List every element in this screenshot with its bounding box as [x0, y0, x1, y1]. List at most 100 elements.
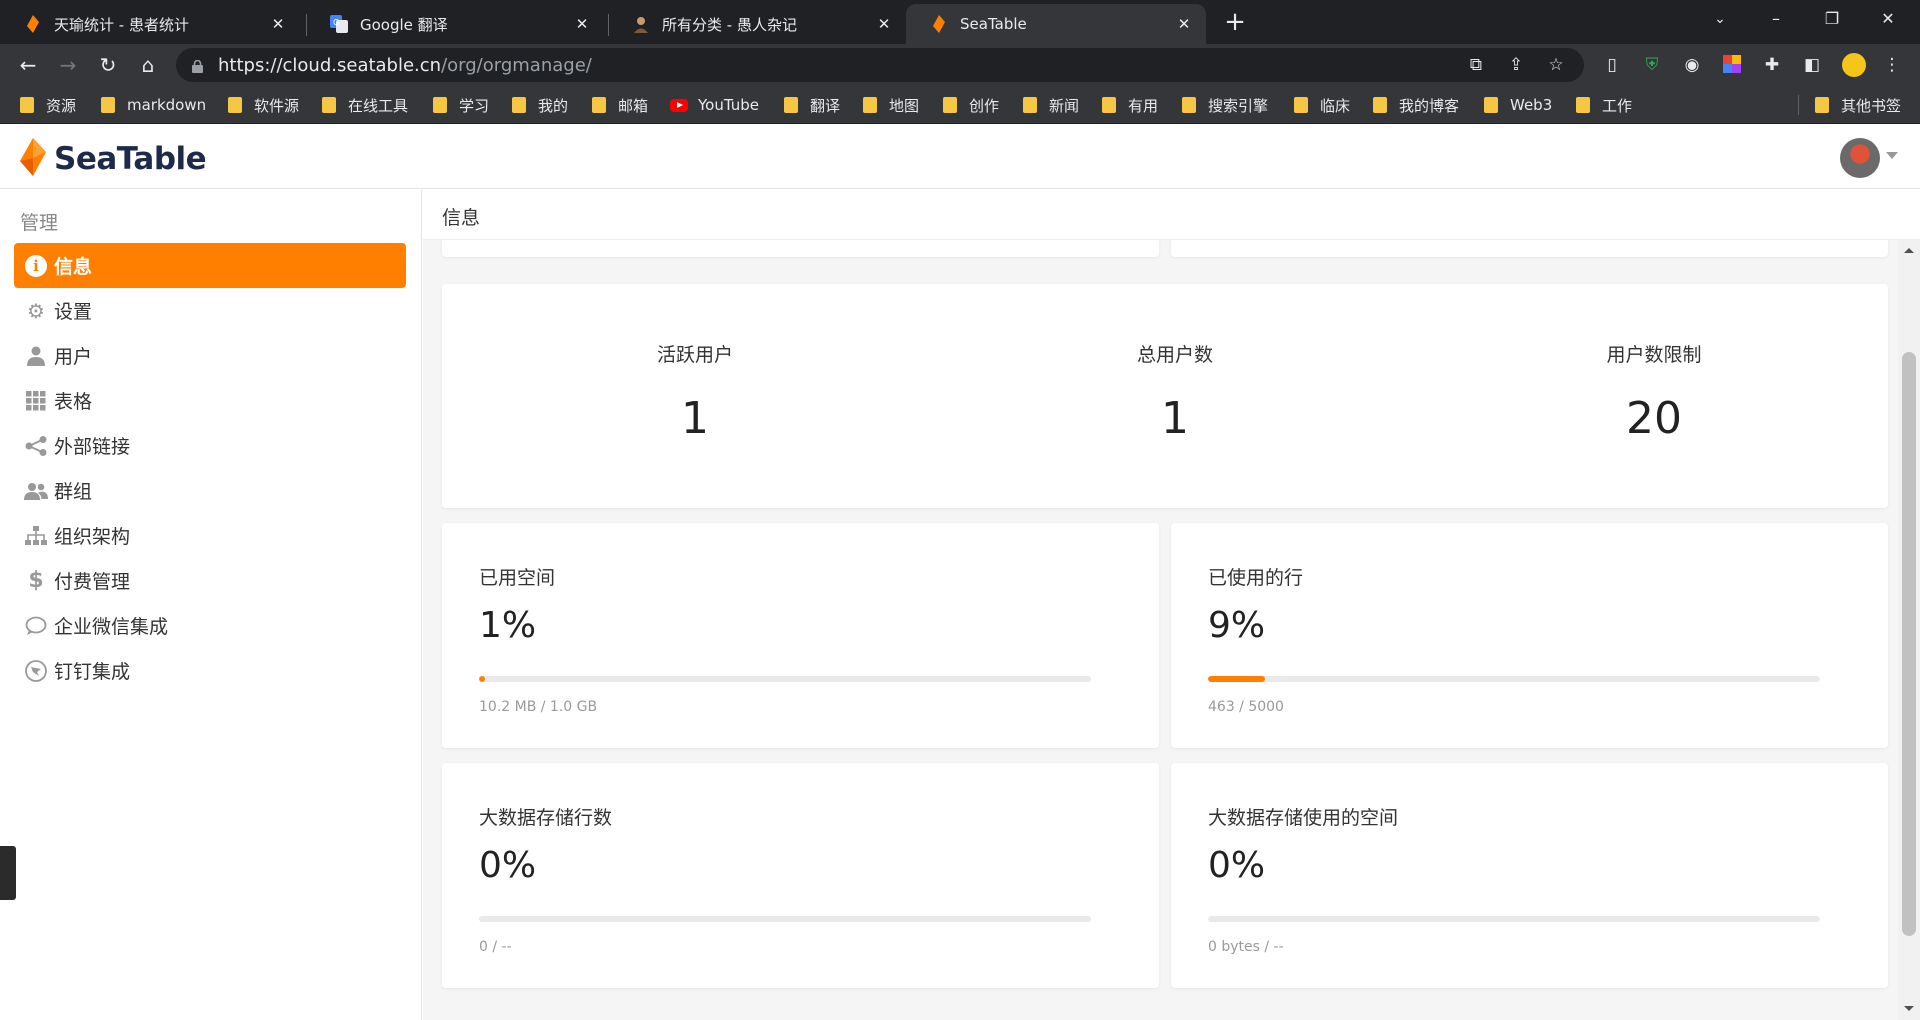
tab-close-icon[interactable]: ✕ [1174, 15, 1194, 33]
bookmark-label: YouTube [698, 96, 759, 114]
browser-tab[interactable]: 天瑜统计 - 患者统计 ✕ [0, 4, 300, 44]
browser-tab[interactable]: 所有分类 - 愚人杂记 ✕ [608, 4, 906, 44]
bookmark-label: 邮箱 [618, 96, 649, 115]
share-page-icon[interactable]: ⇪ [1506, 55, 1526, 75]
folder-icon [592, 97, 606, 113]
main-content: 活跃用户 1 总用户数 1 用户数限制 20 已用空间 1% 10.2 MB /… [423, 190, 1920, 1020]
bookmark-folder[interactable]: Web3 [1484, 95, 1552, 115]
forward-arrow-icon[interactable]: → [54, 51, 82, 79]
caret-down-icon[interactable] [1886, 152, 1898, 159]
bookmark-folder[interactable]: 地图 [863, 95, 919, 115]
bookmark-label: markdown [127, 96, 207, 114]
bookmark-folder[interactable]: 邮箱 [592, 95, 648, 115]
tab-close-icon[interactable]: ✕ [268, 15, 288, 33]
logo-text: SeaTable [54, 141, 207, 177]
bookmark-folder[interactable]: markdown [101, 95, 206, 115]
metric-percent: 9% [1208, 605, 1266, 646]
tab-title: 天瑜统计 - 患者统计 [54, 15, 189, 34]
bookmark-label: 新闻 [1049, 96, 1080, 115]
scrollbar-thumb[interactable] [1902, 352, 1916, 936]
bookmark-folder[interactable]: 在线工具 [322, 95, 408, 115]
reading-list-icon[interactable]: ▯ [1602, 55, 1622, 75]
stat-value: 20 [1626, 393, 1682, 444]
page-scrollbar[interactable] [1898, 240, 1920, 1020]
restore-icon[interactable]: ❐ [1804, 0, 1860, 40]
url-text: https://cloud.seatable.cn/org/orgmanage/ [218, 55, 592, 76]
reload-icon[interactable]: ↻ [94, 51, 122, 79]
bookmark-folder[interactable]: 翻译 [784, 95, 840, 115]
bookmarks-bar: 资源 markdown 软件源 在线工具 学习 我的 邮箱 YouTube 翻译… [0, 86, 1920, 124]
seatable-logo[interactable]: SeaTable [18, 138, 207, 180]
address-bar[interactable]: https://cloud.seatable.cn/org/orgmanage/… [176, 48, 1584, 82]
google-translate-favicon-icon: G [330, 15, 348, 33]
sidebar-item-label: 设置 [54, 301, 93, 323]
tab-search-icon[interactable]: ⌄ [1692, 0, 1748, 40]
browser-tab-active[interactable]: SeaTable ✕ [906, 4, 1206, 44]
browser-tab[interactable]: G Google 翻译 ✕ [306, 4, 604, 44]
side-panel-icon[interactable]: ◧ [1802, 55, 1822, 75]
sidebar-item-tables[interactable]: 表格 [14, 378, 406, 423]
minimize-icon[interactable]: – [1748, 0, 1804, 40]
metric-card-storage: 已用空间 1% 10.2 MB / 1.0 GB [442, 523, 1159, 748]
folder-icon [433, 97, 447, 113]
sidebar-item-external-links[interactable]: 外部链接 [14, 423, 406, 468]
bookmark-label: 搜索引擎 [1208, 96, 1269, 115]
bookmark-folder[interactable]: 资源 [20, 95, 76, 115]
bookmark-folder[interactable]: 临床 [1294, 95, 1350, 115]
side-drawer-handle[interactable] [0, 846, 16, 900]
tab-close-icon[interactable]: ✕ [874, 15, 894, 33]
back-arrow-icon[interactable]: ← [14, 51, 42, 79]
sidebar-item-users[interactable]: 用户 [14, 333, 406, 378]
metric-detail: 0 bytes / -- [1208, 939, 1284, 955]
bookmark-folder[interactable]: 学习 [433, 95, 489, 115]
scroll-down-arrow-icon[interactable] [1904, 1006, 1914, 1011]
scroll-up-arrow-icon[interactable] [1904, 248, 1914, 253]
folder-icon [863, 97, 877, 113]
bookmark-folder[interactable]: 创作 [943, 95, 999, 115]
sidebar-item-label: 用户 [54, 346, 93, 368]
sidebar-item-dingtalk[interactable]: 钉钉集成 [14, 648, 406, 693]
sidebar-item-org-structure[interactable]: 组织架构 [14, 513, 406, 558]
user-avatar[interactable] [1840, 138, 1880, 178]
bookmark-folder[interactable]: 我的 [512, 95, 568, 115]
bookmark-star-icon[interactable]: ☆ [1546, 55, 1566, 75]
sidebar-item-billing[interactable]: $ 付费管理 [14, 558, 406, 603]
new-tab-button[interactable]: + [1220, 8, 1250, 38]
bookmark-folder[interactable]: 搜索引擎 [1182, 95, 1268, 115]
metric-label: 已用空间 [479, 567, 556, 589]
tab-close-icon[interactable]: ✕ [572, 15, 592, 33]
sidebar-item-label: 企业微信集成 [54, 616, 169, 638]
shield-extension-icon[interactable]: ⛨ [1642, 55, 1662, 75]
puzzle-extensions-icon[interactable]: ✚ [1762, 55, 1782, 75]
extension-mask-icon[interactable]: ◉ [1682, 55, 1702, 75]
youtube-icon [670, 98, 688, 112]
bookmark-folder[interactable]: 工作 [1576, 95, 1632, 115]
stat-user-limit: 用户数限制 20 [1504, 340, 1804, 444]
sidebar-item-label: 表格 [54, 391, 93, 413]
metric-card-bigdata-rows: 大数据存储行数 0% 0 / -- [442, 763, 1159, 988]
bookmark-folder[interactable]: 新闻 [1023, 95, 1079, 115]
color-extension-icon[interactable] [1722, 55, 1742, 75]
bookmark-folder[interactable]: 软件源 [228, 95, 299, 115]
bookmark-folder[interactable]: 有用 [1102, 95, 1158, 115]
home-icon[interactable]: ⌂ [134, 51, 162, 79]
sidebar-item-info[interactable]: i 信息 [14, 243, 406, 288]
folder-icon [1815, 97, 1829, 113]
other-bookmarks[interactable]: 其他书签 [1798, 95, 1901, 115]
svg-text:G: G [333, 18, 339, 27]
sidebar-item-settings[interactable]: ⚙ 设置 [14, 288, 406, 333]
bookmark-youtube[interactable]: YouTube [670, 95, 759, 115]
sidebar-item-wecom[interactable]: 企业微信集成 [14, 603, 406, 648]
bookmark-folder[interactable]: 我的博客 [1373, 95, 1459, 115]
open-in-app-icon[interactable]: ⧉ [1466, 55, 1486, 75]
sidebar-item-label: 群组 [54, 481, 93, 503]
browser-menu-icon[interactable]: ⋮ [1882, 55, 1902, 75]
org-chart-icon [24, 524, 48, 548]
app-header: SeaTable [0, 124, 1920, 189]
window-close-icon[interactable]: ✕ [1860, 0, 1916, 40]
profile-avatar-icon[interactable] [1842, 53, 1866, 77]
chat-icon [24, 614, 48, 638]
folder-icon [1023, 97, 1037, 113]
sidebar-item-groups[interactable]: 群组 [14, 468, 406, 513]
folder-icon [1102, 97, 1116, 113]
